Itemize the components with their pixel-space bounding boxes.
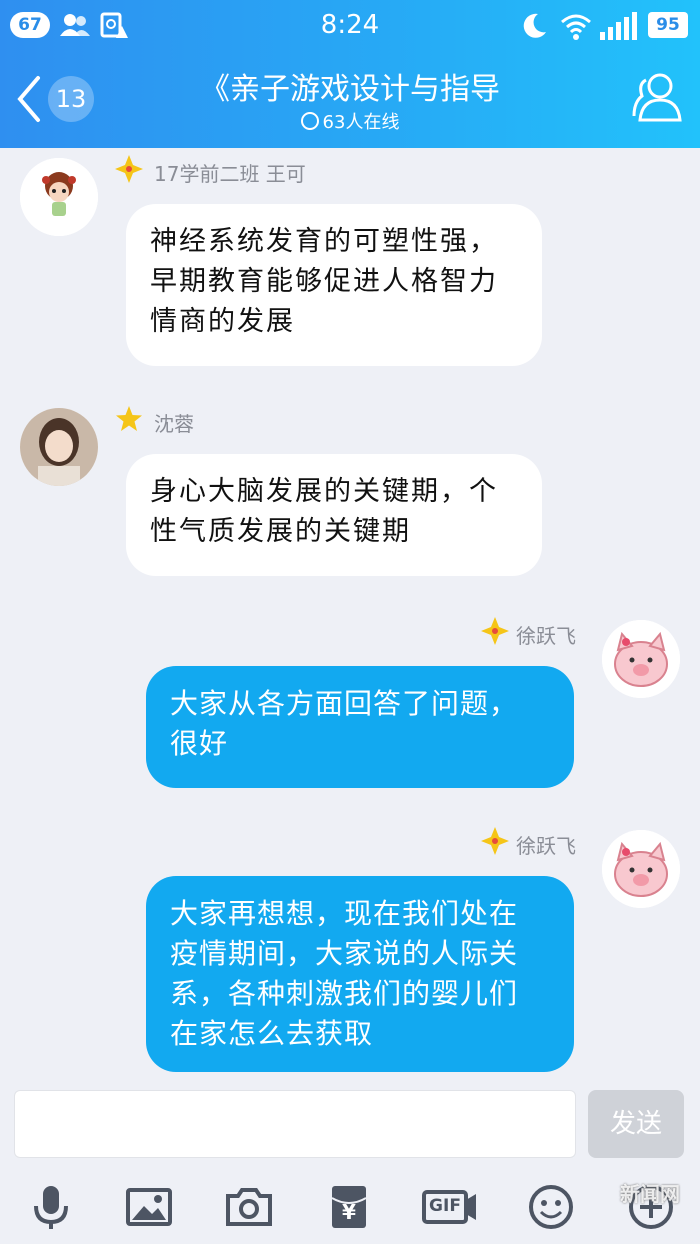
send-button[interactable]: 发送 [588, 1090, 684, 1158]
message-text: 身心大脑发展的关键期，个 性气质发展的关键期 [150, 472, 524, 552]
microphone-icon[interactable] [26, 1182, 76, 1232]
cartoon-girl-avatar-icon [20, 158, 98, 236]
message-line: 系，各种刺激我们的婴儿们 [170, 977, 519, 1010]
message-line: 性气质发展的关键期 [150, 516, 411, 547]
sender-name: 徐跃飞 [516, 624, 576, 648]
top-bar: 67 8:24 95 13 《亲子游戏设计与指导 63人在线 [0, 0, 700, 148]
sender-name: 17学前二班 王可 [154, 162, 306, 186]
pig-avatar-icon [602, 830, 680, 908]
online-count: 63人在线 [322, 112, 400, 133]
star-badge-icon [481, 617, 509, 645]
chat-header: 13 《亲子游戏设计与指导 63人在线 [0, 52, 700, 148]
group-members-icon[interactable] [630, 70, 686, 126]
sender-name: 沈蓉 [154, 412, 194, 436]
pig-avatar-icon [602, 620, 680, 698]
chevron-down-icon [300, 112, 319, 130]
sender-name: 徐跃飞 [516, 834, 576, 858]
star-badge-icon [481, 827, 509, 855]
wifi-icon [561, 14, 591, 40]
camera-icon[interactable] [224, 1182, 274, 1232]
red-packet-icon[interactable]: ¥ [324, 1182, 374, 1232]
message-line: 情商的发展 [150, 306, 295, 337]
message-text: 大家从各方面回答了问题， 很好 [170, 684, 556, 764]
message-bubble[interactable]: 大家从各方面回答了问题， 很好 [146, 666, 574, 788]
avatar[interactable] [602, 620, 680, 698]
message-input-bar: 发送 [0, 1080, 700, 1168]
input-toolbar: ¥ GIF [0, 1168, 700, 1244]
gif-label: GIF [429, 1196, 461, 1216]
message-line: 很好 [170, 727, 229, 760]
image-icon[interactable] [124, 1182, 174, 1232]
photo-woman-avatar-icon [20, 408, 98, 486]
star-badge-icon [115, 155, 143, 183]
star-badge-icon [116, 406, 142, 431]
avatar[interactable] [20, 408, 98, 486]
message-line: 疫情期间，大家说的人际关 [170, 937, 519, 970]
message-line: 在家怎么去获取 [170, 1017, 374, 1050]
avatar[interactable] [20, 158, 98, 236]
message-bubble[interactable]: 身心大脑发展的关键期，个 性气质发展的关键期 [126, 454, 542, 576]
message-bubble[interactable]: 神经系统发育的可塑性强， 早期教育能够促进人格智力 情商的发展 [126, 204, 542, 366]
chat-title[interactable]: 《亲子游戏设计与指导 [0, 64, 700, 108]
message-text: 大家再想想，现在我们处在 疫情期间，大家说的人际关 系，各种刺激我们的婴儿们 在… [170, 894, 556, 1054]
watermark: 新闻网 [620, 1182, 680, 1206]
signal-icon [600, 12, 637, 40]
message-line: 大家从各方面回答了问题， [170, 687, 519, 720]
online-status[interactable]: 63人在线 [0, 108, 700, 134]
status-time: 8:24 [320, 10, 380, 40]
moon-icon [523, 13, 546, 38]
emoji-icon[interactable] [526, 1182, 576, 1232]
message-input[interactable] [14, 1090, 576, 1158]
avatar[interactable] [602, 830, 680, 908]
yen-label: ¥ [342, 1200, 356, 1224]
battery-level: 95 [648, 12, 688, 38]
status-bar: 67 8:24 95 [0, 0, 700, 52]
message-line: 身心大脑发展的关键期，个 [150, 476, 498, 507]
message-line: 大家再想想，现在我们处在 [170, 897, 519, 930]
message-line: 早期教育能够促进人格智力 [150, 266, 498, 297]
message-bubble[interactable]: 大家再想想，现在我们处在 疫情期间，大家说的人际关 系，各种刺激我们的婴儿们 在… [146, 876, 574, 1072]
message-text: 神经系统发育的可塑性强， 早期教育能够促进人格智力 情商的发展 [150, 222, 524, 342]
gif-icon[interactable]: GIF [422, 1182, 478, 1232]
message-line: 神经系统发育的可塑性强， [150, 226, 498, 257]
